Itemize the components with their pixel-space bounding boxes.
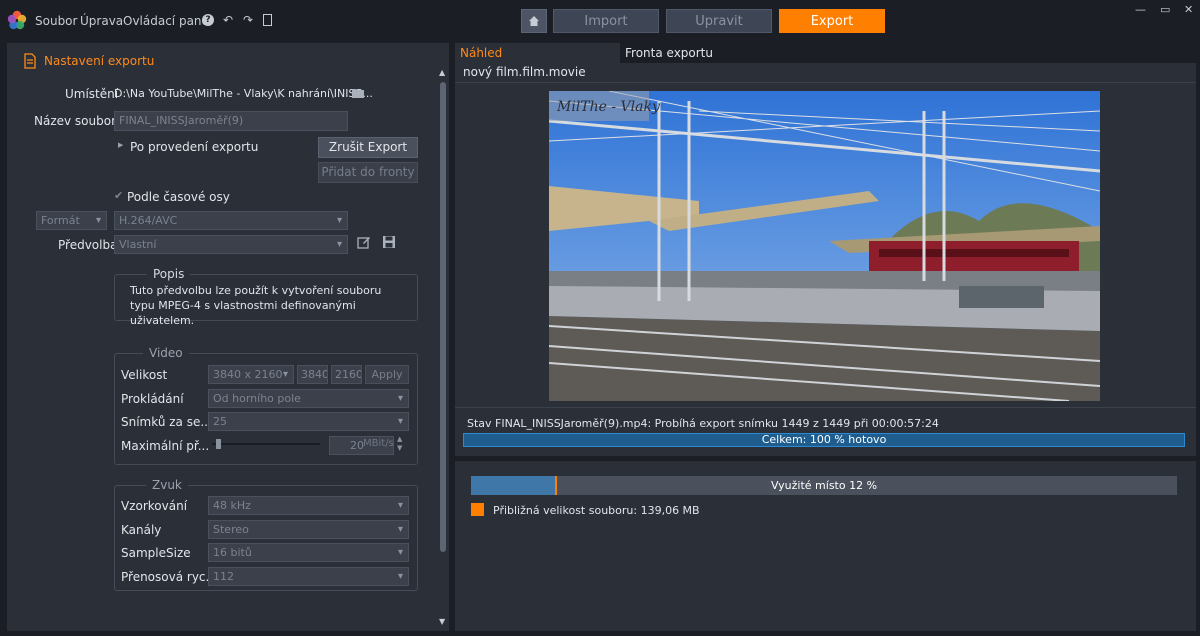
after-export-label[interactable]: Po provedení exportu [130, 140, 258, 154]
file-size-estimate: Přibližná velikost souboru: 139,06 MB [493, 504, 700, 517]
video-preview-image: MilThe - Vlaky [549, 91, 1100, 401]
filename-label: Název souboru [34, 114, 124, 128]
add-to-queue-button[interactable]: Přidat do fronty [318, 162, 418, 183]
size-select[interactable]: 3840 x 2160 [208, 365, 294, 384]
max-bitrate-label: Maximální př... [121, 439, 210, 453]
max-bitrate-spinner-icon[interactable]: ▲ ▼ [397, 435, 402, 453]
channels-label: Kanály [121, 523, 162, 537]
movie-filename: nový film.film.movie [463, 65, 586, 79]
channels-select[interactable]: Stereo [208, 520, 409, 539]
top-bar: Soubor Úprava Ovládací panel ? ↶ ↷ Impor… [0, 0, 1200, 42]
edit-preset-icon[interactable] [357, 235, 371, 249]
scroll-down-icon[interactable]: ▼ [439, 617, 445, 626]
app-logo-icon [7, 10, 27, 30]
audio-group-title: Zvuk [146, 478, 188, 492]
divider [455, 82, 1196, 83]
samplerate-select[interactable]: 48 kHz [208, 496, 409, 515]
import-button[interactable]: Import [553, 9, 659, 33]
max-bitrate-slider-track[interactable] [212, 443, 320, 445]
left-scrollbar-thumb[interactable] [440, 82, 446, 552]
minimize-icon[interactable]: — [1135, 3, 1146, 16]
width-input[interactable]: 3840 [297, 365, 328, 384]
close-icon[interactable]: ✕ [1184, 3, 1193, 16]
export-settings-icon [24, 53, 36, 69]
audio-bitrate-select[interactable]: 112 [208, 567, 409, 586]
size-label: Velikost [121, 368, 168, 382]
location-path: D:\Na YouTube\MilThe - Vlaky\K nahrání\I… [114, 87, 373, 100]
location-label: Umístění [65, 87, 119, 101]
export-progress-bar: Celkem: 100 % hotovo [463, 433, 1185, 447]
timeline-label: Podle časové osy [127, 190, 230, 204]
menu-edit[interactable]: Úprava [80, 14, 123, 28]
interlace-select[interactable]: Od horního pole [208, 389, 409, 408]
file-size-legend-swatch [471, 503, 484, 516]
tab-preview[interactable]: Náhled [455, 43, 620, 63]
help-icon[interactable]: ? [202, 14, 214, 26]
format-label-select[interactable]: Formát [36, 211, 107, 230]
undo-icon[interactable]: ↶ [223, 13, 233, 27]
disk-usage-bar: Využité místo 12 % [471, 476, 1177, 495]
save-preset-icon[interactable] [382, 235, 396, 249]
folder-icon[interactable] [352, 88, 364, 98]
panel-title: Nastavení exportu [44, 54, 155, 68]
preset-label: Předvolba [58, 238, 118, 252]
edit-button[interactable]: Upravit [666, 9, 772, 33]
export-progress-label: Celkem: 100 % hotovo [761, 433, 887, 446]
filename-input[interactable]: FINAL_INISSJaroměř(9) [114, 111, 348, 131]
description-text: Tuto předvolbu lze použít k vytvoření so… [130, 284, 382, 327]
samplerate-label: Vzorkování [121, 499, 188, 513]
height-input[interactable]: 2160 [331, 365, 362, 384]
redo-icon[interactable]: ↷ [243, 13, 253, 27]
document-icon[interactable] [263, 14, 272, 26]
export-button[interactable]: Export [779, 9, 885, 33]
disk-usage-label: Využité místo 12 % [770, 479, 878, 492]
description-title: Popis [147, 267, 191, 281]
video-watermark: MilThe - Vlaky [556, 99, 661, 115]
max-bitrate-slider-handle[interactable] [216, 439, 222, 449]
interlace-label: Prokládání [121, 392, 184, 406]
menu-file[interactable]: Soubor [35, 14, 77, 28]
restore-icon[interactable]: ▭ [1160, 3, 1170, 16]
home-button[interactable] [521, 9, 547, 33]
menu-control-panel[interactable]: Ovládací panel [123, 14, 212, 28]
fps-label: Snímků za se... [121, 415, 212, 429]
tab-export-queue[interactable]: Fronta exportu [620, 43, 780, 63]
expand-arrow-icon[interactable]: ▶ [118, 141, 123, 149]
preset-select[interactable]: Vlastní [114, 235, 348, 254]
scroll-up-icon[interactable]: ▲ [439, 68, 445, 77]
samplesize-select[interactable]: 16 bitů [208, 543, 409, 562]
home-icon [529, 16, 539, 26]
timeline-checkbox[interactable]: ✔ [114, 189, 123, 202]
apply-button[interactable]: Apply [365, 365, 409, 384]
video-group-title: Video [143, 346, 189, 360]
audio-bitrate-label: Přenosová ryc... [121, 570, 217, 584]
format-select[interactable]: H.264/AVC [114, 211, 348, 230]
export-status-text: Stav FINAL_INISSJaroměř(9).mp4: Probíhá … [467, 417, 939, 430]
max-bitrate-value: 20 [350, 439, 364, 452]
fps-select[interactable]: 25 [208, 412, 409, 431]
max-bitrate-unit: MBit/s [363, 438, 394, 449]
divider [455, 407, 1196, 408]
samplesize-label: SampleSize [121, 546, 191, 560]
cancel-export-button[interactable]: Zrušit Export [318, 137, 418, 158]
